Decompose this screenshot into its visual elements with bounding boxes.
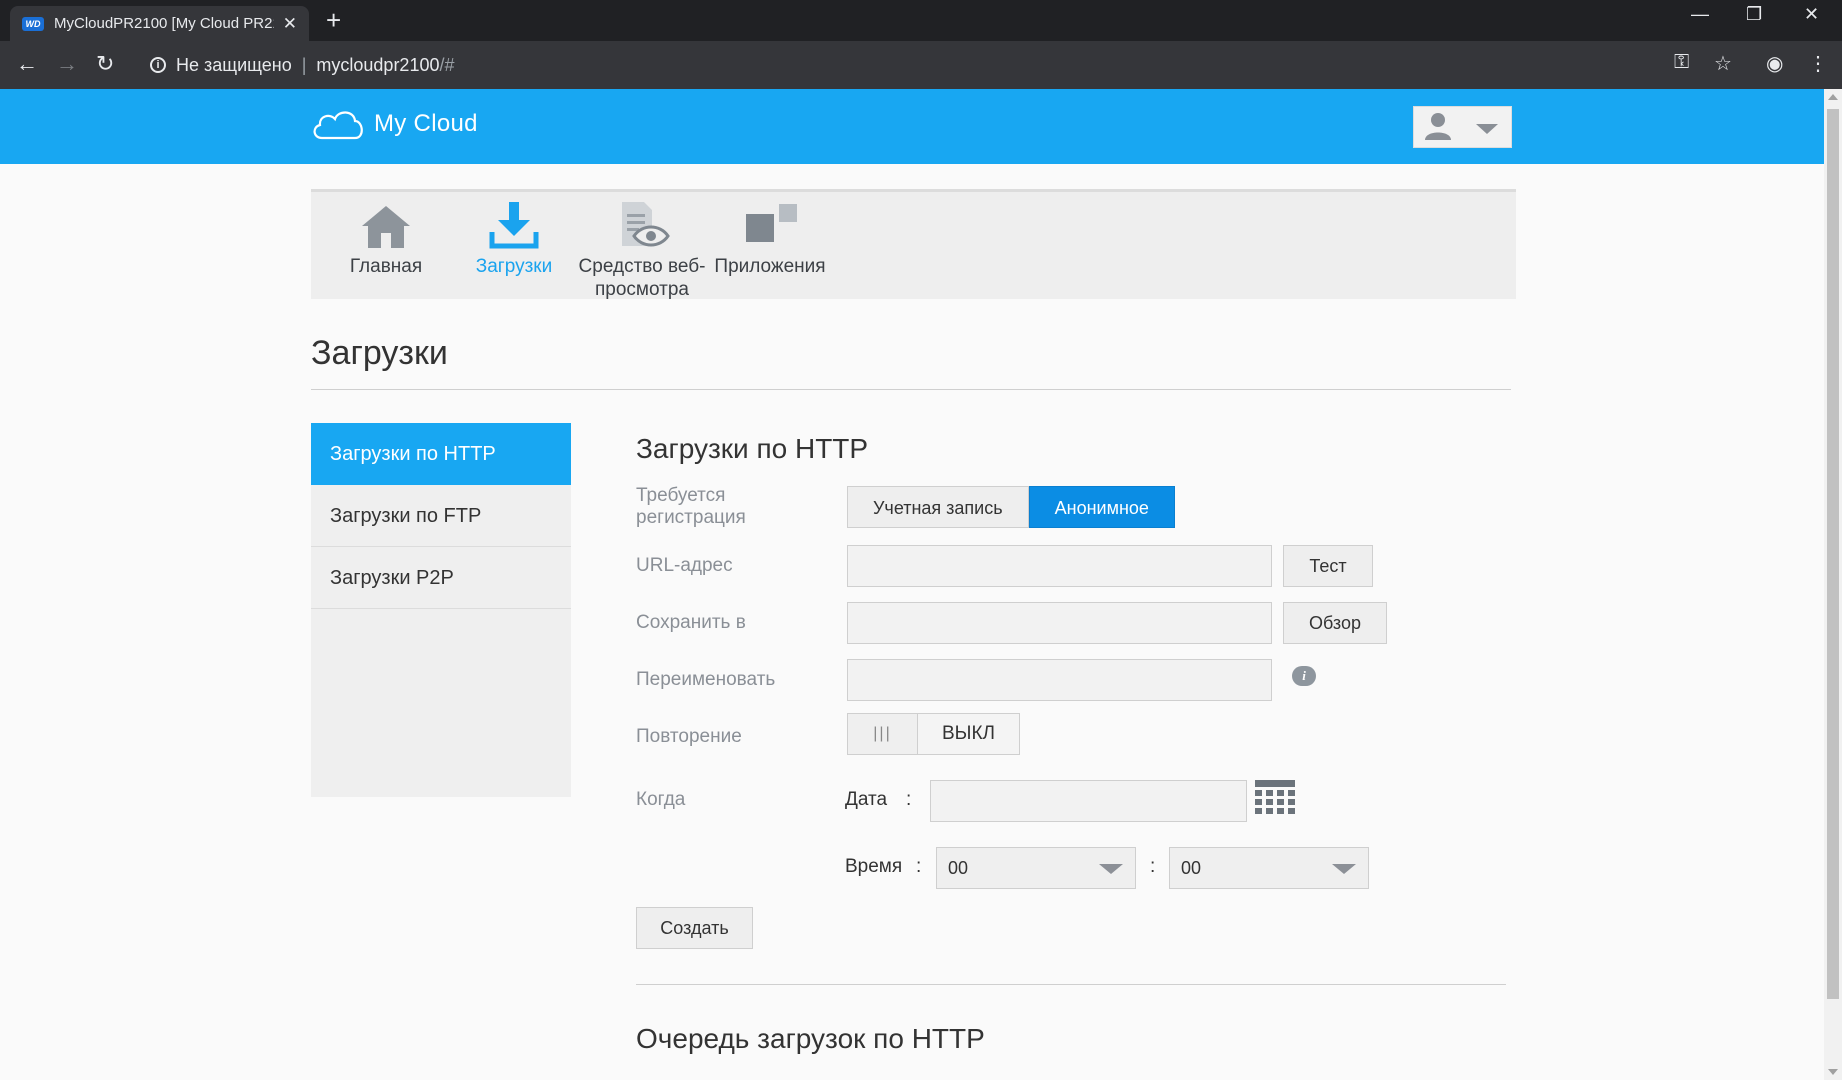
repeat-label: Повторение xyxy=(636,726,742,747)
save-to-input[interactable] xyxy=(847,602,1272,644)
rename-input[interactable] xyxy=(847,659,1272,701)
restore-icon[interactable]: ❐ xyxy=(1746,4,1762,25)
toggle-grip-icon: ||| xyxy=(848,714,918,754)
page-title: Загрузки xyxy=(311,334,448,372)
browser-tab[interactable]: WD MyCloudPR2100 [My Cloud PR2100] ✕ xyxy=(10,6,309,41)
tab-close-icon[interactable]: ✕ xyxy=(283,14,297,34)
browse-button[interactable]: Обзор xyxy=(1283,602,1387,644)
time-colon-2: : xyxy=(1150,856,1156,877)
scroll-up-icon[interactable] xyxy=(1828,94,1838,100)
minute-value: 00 xyxy=(1181,858,1202,878)
sidebar-item-p2p[interactable]: Загрузки P2P xyxy=(311,547,571,609)
app-header: My Cloud xyxy=(0,89,1824,164)
reload-icon[interactable]: ↻ xyxy=(96,51,114,77)
bookmark-star-icon[interactable]: ☆ xyxy=(1714,51,1732,76)
login-option-anonymous[interactable]: Анонимное xyxy=(1028,486,1175,528)
scroll-thumb[interactable] xyxy=(1827,109,1839,999)
scroll-down-icon[interactable] xyxy=(1828,1069,1838,1075)
user-avatar-icon xyxy=(1425,113,1498,140)
web-viewer-icon xyxy=(622,202,670,247)
calendar-icon[interactable] xyxy=(1255,780,1295,820)
sidebar-item-http[interactable]: Загрузки по HTTP xyxy=(311,423,571,485)
chevron-down-icon xyxy=(1099,864,1123,874)
my-cloud-logo[interactable]: My Cloud xyxy=(310,107,478,141)
nav-label-apps: Приложения xyxy=(714,256,826,277)
tab-title: MyCloudPR2100 [My Cloud PR2100] xyxy=(54,15,274,32)
sidebar-item-ftp[interactable]: Загрузки по FTP xyxy=(311,485,571,547)
downloads-sidebar: Загрузки по HTTP Загрузки по FTP Загрузк… xyxy=(311,423,571,797)
url-path: /# xyxy=(439,54,455,75)
security-label: Не защищено xyxy=(176,54,292,75)
address-separator: | xyxy=(301,54,307,75)
download-icon xyxy=(489,202,539,249)
repeat-state: ВЫКЛ xyxy=(941,723,996,744)
login-type-segmented: Учетная запись Анонимное xyxy=(847,486,1175,528)
title-divider xyxy=(311,389,1511,390)
repeat-toggle[interactable]: ||| ВЫКЛ xyxy=(847,713,1020,755)
queue-divider xyxy=(636,984,1506,985)
home-icon xyxy=(362,206,410,248)
new-tab-button[interactable]: + xyxy=(326,6,341,34)
minimize-icon[interactable]: — xyxy=(1691,4,1709,25)
back-icon[interactable]: ← xyxy=(16,51,38,77)
key-icon[interactable]: ⚿ xyxy=(1674,51,1689,74)
menu-icon[interactable]: ⋮ xyxy=(1808,51,1828,76)
hour-value: 00 xyxy=(948,858,969,878)
hour-select[interactable]: 00 xyxy=(936,847,1136,889)
incognito-icon[interactable]: ◉ xyxy=(1766,51,1783,76)
date-label: Дата xyxy=(845,789,888,810)
when-label: Когда xyxy=(636,789,686,810)
time-colon-1: : xyxy=(916,856,922,877)
browser-titlebar: WD MyCloudPR2100 [My Cloud PR2100] ✕ + —… xyxy=(0,0,1842,41)
url-input[interactable] xyxy=(847,545,1272,587)
login-option-account[interactable]: Учетная запись xyxy=(847,486,1029,528)
forward-icon[interactable]: → xyxy=(56,51,78,77)
close-window-icon[interactable]: ✕ xyxy=(1804,4,1819,25)
nav-item-apps[interactable]: Приложения xyxy=(695,192,845,299)
section-title: Загрузки по HTTP xyxy=(636,433,869,464)
cloud-logo-icon xyxy=(313,111,363,140)
page-scrollbar[interactable] xyxy=(1824,89,1842,1080)
url-host: mycloudpr2100 xyxy=(316,54,440,75)
date-colon: : xyxy=(906,789,912,810)
site-info-icon[interactable]: i xyxy=(150,57,166,73)
wd-favicon-icon: WD xyxy=(22,16,44,31)
rename-label: Переименовать xyxy=(636,669,776,690)
queue-title: Очередь загрузок по HTTP xyxy=(636,1023,985,1054)
browser-toolbar: ← → ↻ i Не защищено | mycloudpr2100/# ⚿ … xyxy=(0,41,1842,89)
date-input[interactable] xyxy=(930,780,1247,822)
create-button[interactable]: Создать xyxy=(636,907,753,949)
login-required-label: Требуется регистрация xyxy=(636,485,746,528)
chevron-down-icon xyxy=(1332,864,1356,874)
rename-info-icon[interactable]: i xyxy=(1292,666,1316,686)
main-nav: Главная Загрузки Средство веб-просмотра … xyxy=(311,189,1516,300)
save-to-label: Сохранить в xyxy=(636,612,746,633)
test-button[interactable]: Тест xyxy=(1283,545,1373,587)
minute-select[interactable]: 00 xyxy=(1169,847,1369,889)
apps-icon xyxy=(746,204,797,242)
logo-text: My Cloud xyxy=(374,110,478,137)
url-label: URL-адрес xyxy=(636,555,733,576)
user-menu-button[interactable] xyxy=(1413,106,1512,148)
address-bar[interactable]: i Не защищено | mycloudpr2100/# xyxy=(136,49,1706,81)
time-label: Время xyxy=(845,856,903,877)
